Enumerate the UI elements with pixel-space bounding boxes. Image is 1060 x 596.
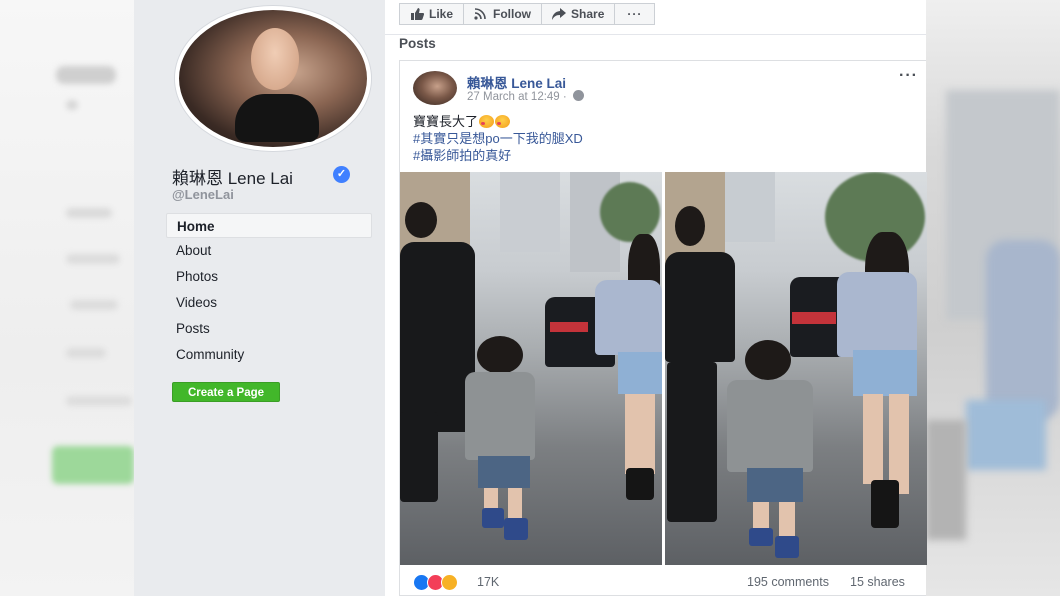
smiling-face-with-hearts-icon xyxy=(479,115,495,128)
nav-item-community[interactable]: Community xyxy=(166,342,372,368)
post-author-name[interactable]: 賴琳恩 Lene Lai xyxy=(467,72,566,92)
nav-item-home[interactable]: Home xyxy=(166,213,372,238)
facebook-page-screenshot: 賴琳恩 Lene Lai ✓ @LeneLai Home About Photo… xyxy=(134,0,927,596)
nav-item-photos[interactable]: Photos xyxy=(166,264,372,290)
page-nav: Home About Photos Videos Posts Community xyxy=(166,213,372,368)
reactions-summary[interactable] xyxy=(413,574,458,591)
rss-icon xyxy=(474,8,488,20)
comment-count[interactable]: 195 comments xyxy=(747,575,829,589)
blurred-background-left xyxy=(0,0,134,596)
share-count[interactable]: 15 shares xyxy=(850,575,905,589)
post-options-button[interactable]: ··· xyxy=(899,67,918,85)
post-time-text: 27 March at 12:49 · xyxy=(467,91,567,103)
post-footer: 17K 195 comments 15 shares xyxy=(400,568,927,596)
page-name[interactable]: 賴琳恩 Lene Lai xyxy=(172,164,293,189)
nav-item-posts[interactable]: Posts xyxy=(166,316,372,342)
hashtag-link[interactable]: #其實只是想po一下我的腿XD xyxy=(413,130,583,147)
section-divider xyxy=(385,34,926,35)
share-label: Share xyxy=(571,7,605,21)
thumbs-up-icon xyxy=(410,8,425,20)
like-label: Like xyxy=(429,7,454,21)
reaction-count[interactable]: 17K xyxy=(477,575,499,589)
smiling-face-with-hearts-icon xyxy=(495,115,511,128)
like-page-button[interactable]: Like xyxy=(399,3,465,25)
post-text: 寶寶長大了 xyxy=(413,114,479,129)
more-options-button[interactable]: ··· xyxy=(614,3,656,25)
page-sidebar: 賴琳恩 Lene Lai ✓ @LeneLai Home About Photo… xyxy=(134,0,385,596)
nav-item-videos[interactable]: Videos xyxy=(166,290,372,316)
share-arrow-icon xyxy=(552,8,567,20)
page-handle[interactable]: @LeneLai xyxy=(172,187,234,202)
post-photo[interactable] xyxy=(400,172,662,565)
post-author-avatar[interactable] xyxy=(413,71,457,105)
hashtag-link[interactable]: #攝影師拍的真好 xyxy=(413,147,583,164)
post-photo[interactable] xyxy=(665,172,927,565)
nav-item-about[interactable]: About xyxy=(166,238,372,264)
page-action-bar: Like Follow Share ··· xyxy=(399,3,656,25)
blurred-background-right xyxy=(926,0,1060,596)
create-page-button[interactable]: Create a Page xyxy=(172,382,280,402)
share-page-button[interactable]: Share xyxy=(541,3,616,25)
follow-label: Follow xyxy=(493,7,532,21)
post-timestamp[interactable]: 27 March at 12:49 · xyxy=(467,90,584,103)
globe-icon xyxy=(572,90,584,101)
posts-heading: Posts xyxy=(399,36,436,51)
profile-picture[interactable] xyxy=(175,6,371,151)
verified-badge-icon: ✓ xyxy=(333,166,350,183)
post-card: 賴琳恩 Lene Lai 27 March at 12:49 · ··· 寶寶長… xyxy=(399,60,927,596)
follow-page-button[interactable]: Follow xyxy=(463,3,543,25)
haha-reaction-icon xyxy=(441,574,458,591)
page-content: Like Follow Share ··· Posts 賴琳恩 Lene Lai xyxy=(385,0,927,596)
post-body: 寶寶長大了 #其實只是想po一下我的腿XD #攝影師拍的真好 xyxy=(413,113,583,164)
